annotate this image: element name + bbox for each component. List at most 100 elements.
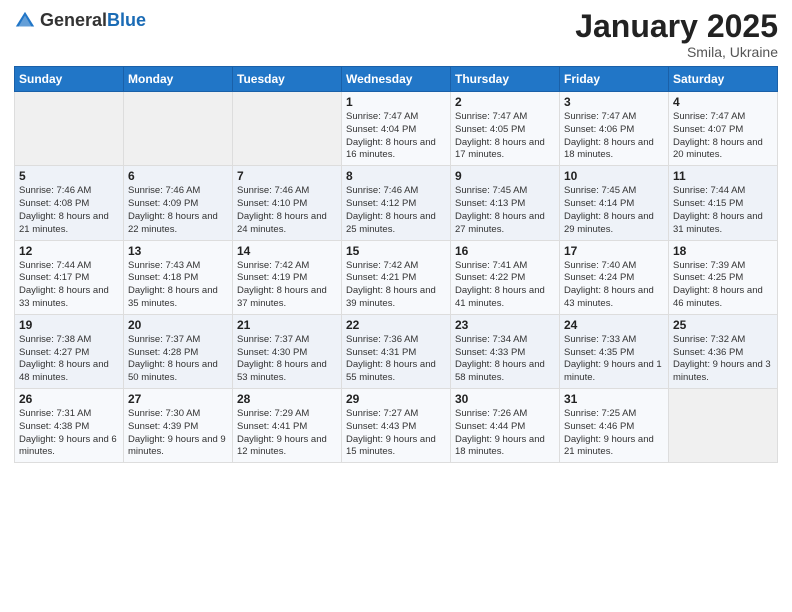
day-info: Sunrise: 7:30 AM Sunset: 4:39 PM Dayligh…	[128, 408, 228, 459]
day-number: 13	[128, 244, 228, 258]
calendar-cell	[669, 389, 778, 463]
calendar-cell: 28 Sunrise: 7:29 AM Sunset: 4:41 PM Dayli…	[233, 389, 342, 463]
calendar-cell: 5 Sunrise: 7:46 AM Sunset: 4:08 PM Daylig…	[15, 166, 124, 240]
calendar-cell: 15 Sunrise: 7:42 AM Sunset: 4:21 PM Dayli…	[342, 240, 451, 314]
day-number: 31	[564, 392, 664, 406]
day-number: 19	[19, 318, 119, 332]
day-info: Sunrise: 7:27 AM Sunset: 4:43 PM Dayligh…	[346, 408, 446, 459]
day-info: Sunrise: 7:34 AM Sunset: 4:33 PM Dayligh…	[455, 334, 555, 385]
calendar-cell: 1 Sunrise: 7:47 AM Sunset: 4:04 PM Daylig…	[342, 92, 451, 166]
day-info: Sunrise: 7:47 AM Sunset: 4:05 PM Dayligh…	[455, 111, 555, 162]
logo: GeneralBlue	[14, 10, 146, 32]
calendar-cell: 30Sunrise: 7:26 AM Sunset: 4:44 PM Dayli…	[451, 389, 560, 463]
day-number: 24	[564, 318, 664, 332]
calendar-cell: 14 Sunrise: 7:42 AM Sunset: 4:19 PM Dayli…	[233, 240, 342, 314]
day-info: Sunrise: 7:44 AM Sunset: 4:17 PM Dayligh…	[19, 260, 119, 311]
day-info: Sunrise: 7:46 AM Sunset: 4:08 PM Dayligh…	[19, 185, 119, 236]
day-number: 29	[346, 392, 446, 406]
day-info: Sunrise: 7:26 AM Sunset: 4:44 PM Dayligh…	[455, 408, 555, 459]
day-number: 10	[564, 169, 664, 183]
calendar-cell: 12Sunrise: 7:44 AM Sunset: 4:17 PM Dayli…	[15, 240, 124, 314]
day-number: 14	[237, 244, 337, 258]
day-number: 26	[19, 392, 119, 406]
calendar-cell	[233, 92, 342, 166]
day-number: 4	[673, 95, 773, 109]
day-number: 27	[128, 392, 228, 406]
calendar-cell: 17 Sunrise: 7:40 AM Sunset: 4:24 PM Dayli…	[560, 240, 669, 314]
weekday-header: Tuesday	[233, 67, 342, 92]
day-info: Sunrise: 7:45 AM Sunset: 4:13 PM Dayligh…	[455, 185, 555, 236]
day-info: Sunrise: 7:47 AM Sunset: 4:06 PM Dayligh…	[564, 111, 664, 162]
day-number: 9	[455, 169, 555, 183]
title-block: January 2025 Smila, Ukraine	[575, 10, 778, 60]
day-number: 25	[673, 318, 773, 332]
day-number: 17	[564, 244, 664, 258]
day-info: Sunrise: 7:32 AM Sunset: 4:36 PM Dayligh…	[673, 334, 773, 385]
day-number: 20	[128, 318, 228, 332]
calendar-week-row: 1 Sunrise: 7:47 AM Sunset: 4:04 PM Daylig…	[15, 92, 778, 166]
day-number: 11	[673, 169, 773, 183]
calendar-cell: 25 Sunrise: 7:32 AM Sunset: 4:36 PM Dayli…	[669, 314, 778, 388]
calendar-cell: 9 Sunrise: 7:45 AM Sunset: 4:13 PM Daylig…	[451, 166, 560, 240]
calendar-cell: 18Sunrise: 7:39 AM Sunset: 4:25 PM Dayli…	[669, 240, 778, 314]
calendar-week-row: 12Sunrise: 7:44 AM Sunset: 4:17 PM Dayli…	[15, 240, 778, 314]
calendar-week-row: 19 Sunrise: 7:38 AM Sunset: 4:27 PM Dayli…	[15, 314, 778, 388]
page-header: GeneralBlue January 2025 Smila, Ukraine	[14, 10, 778, 60]
calendar-cell: 4 Sunrise: 7:47 AM Sunset: 4:07 PM Daylig…	[669, 92, 778, 166]
calendar-week-row: 26 Sunrise: 7:31 AM Sunset: 4:38 PM Dayli…	[15, 389, 778, 463]
weekday-header: Wednesday	[342, 67, 451, 92]
day-info: Sunrise: 7:37 AM Sunset: 4:28 PM Dayligh…	[128, 334, 228, 385]
weekday-header: Monday	[124, 67, 233, 92]
day-number: 1	[346, 95, 446, 109]
day-info: Sunrise: 7:36 AM Sunset: 4:31 PM Dayligh…	[346, 334, 446, 385]
day-info: Sunrise: 7:42 AM Sunset: 4:21 PM Dayligh…	[346, 260, 446, 311]
day-info: Sunrise: 7:46 AM Sunset: 4:09 PM Dayligh…	[128, 185, 228, 236]
calendar-cell: 7 Sunrise: 7:46 AM Sunset: 4:10 PM Daylig…	[233, 166, 342, 240]
calendar-cell: 8Sunrise: 7:46 AM Sunset: 4:12 PM Daylig…	[342, 166, 451, 240]
calendar-week-row: 5 Sunrise: 7:46 AM Sunset: 4:08 PM Daylig…	[15, 166, 778, 240]
day-info: Sunrise: 7:37 AM Sunset: 4:30 PM Dayligh…	[237, 334, 337, 385]
day-number: 6	[128, 169, 228, 183]
calendar-cell: 21Sunrise: 7:37 AM Sunset: 4:30 PM Dayli…	[233, 314, 342, 388]
calendar-cell: 6 Sunrise: 7:46 AM Sunset: 4:09 PM Daylig…	[124, 166, 233, 240]
day-info: Sunrise: 7:46 AM Sunset: 4:10 PM Dayligh…	[237, 185, 337, 236]
calendar-cell: 23 Sunrise: 7:34 AM Sunset: 4:33 PM Dayli…	[451, 314, 560, 388]
weekday-header: Saturday	[669, 67, 778, 92]
calendar-header-row: SundayMondayTuesdayWednesdayThursdayFrid…	[15, 67, 778, 92]
day-number: 15	[346, 244, 446, 258]
calendar-cell: 10 Sunrise: 7:45 AM Sunset: 4:14 PM Dayli…	[560, 166, 669, 240]
month-title: January 2025	[575, 10, 778, 42]
day-info: Sunrise: 7:43 AM Sunset: 4:18 PM Dayligh…	[128, 260, 228, 311]
day-number: 28	[237, 392, 337, 406]
day-info: Sunrise: 7:44 AM Sunset: 4:15 PM Dayligh…	[673, 185, 773, 236]
day-number: 7	[237, 169, 337, 183]
day-info: Sunrise: 7:40 AM Sunset: 4:24 PM Dayligh…	[564, 260, 664, 311]
logo-icon	[14, 10, 36, 32]
calendar-cell: 3 Sunrise: 7:47 AM Sunset: 4:06 PM Daylig…	[560, 92, 669, 166]
calendar-table: SundayMondayTuesdayWednesdayThursdayFrid…	[14, 66, 778, 463]
logo-text-blue: Blue	[107, 10, 146, 30]
day-number: 3	[564, 95, 664, 109]
day-info: Sunrise: 7:29 AM Sunset: 4:41 PM Dayligh…	[237, 408, 337, 459]
logo-text-general: General	[40, 10, 107, 30]
day-info: Sunrise: 7:47 AM Sunset: 4:04 PM Dayligh…	[346, 111, 446, 162]
day-number: 8	[346, 169, 446, 183]
calendar-cell: 27 Sunrise: 7:30 AM Sunset: 4:39 PM Dayli…	[124, 389, 233, 463]
day-info: Sunrise: 7:25 AM Sunset: 4:46 PM Dayligh…	[564, 408, 664, 459]
day-info: Sunrise: 7:39 AM Sunset: 4:25 PM Dayligh…	[673, 260, 773, 311]
calendar-cell: 26 Sunrise: 7:31 AM Sunset: 4:38 PM Dayli…	[15, 389, 124, 463]
day-info: Sunrise: 7:47 AM Sunset: 4:07 PM Dayligh…	[673, 111, 773, 162]
calendar-cell: 19 Sunrise: 7:38 AM Sunset: 4:27 PM Dayli…	[15, 314, 124, 388]
calendar-cell: 20 Sunrise: 7:37 AM Sunset: 4:28 PM Dayli…	[124, 314, 233, 388]
day-number: 2	[455, 95, 555, 109]
day-info: Sunrise: 7:38 AM Sunset: 4:27 PM Dayligh…	[19, 334, 119, 385]
calendar-cell: 22Sunrise: 7:36 AM Sunset: 4:31 PM Dayli…	[342, 314, 451, 388]
day-info: Sunrise: 7:45 AM Sunset: 4:14 PM Dayligh…	[564, 185, 664, 236]
day-info: Sunrise: 7:33 AM Sunset: 4:35 PM Dayligh…	[564, 334, 664, 385]
day-info: Sunrise: 7:31 AM Sunset: 4:38 PM Dayligh…	[19, 408, 119, 459]
calendar-cell: 16Sunrise: 7:41 AM Sunset: 4:22 PM Dayli…	[451, 240, 560, 314]
day-number: 23	[455, 318, 555, 332]
day-info: Sunrise: 7:42 AM Sunset: 4:19 PM Dayligh…	[237, 260, 337, 311]
day-number: 5	[19, 169, 119, 183]
calendar-cell	[15, 92, 124, 166]
